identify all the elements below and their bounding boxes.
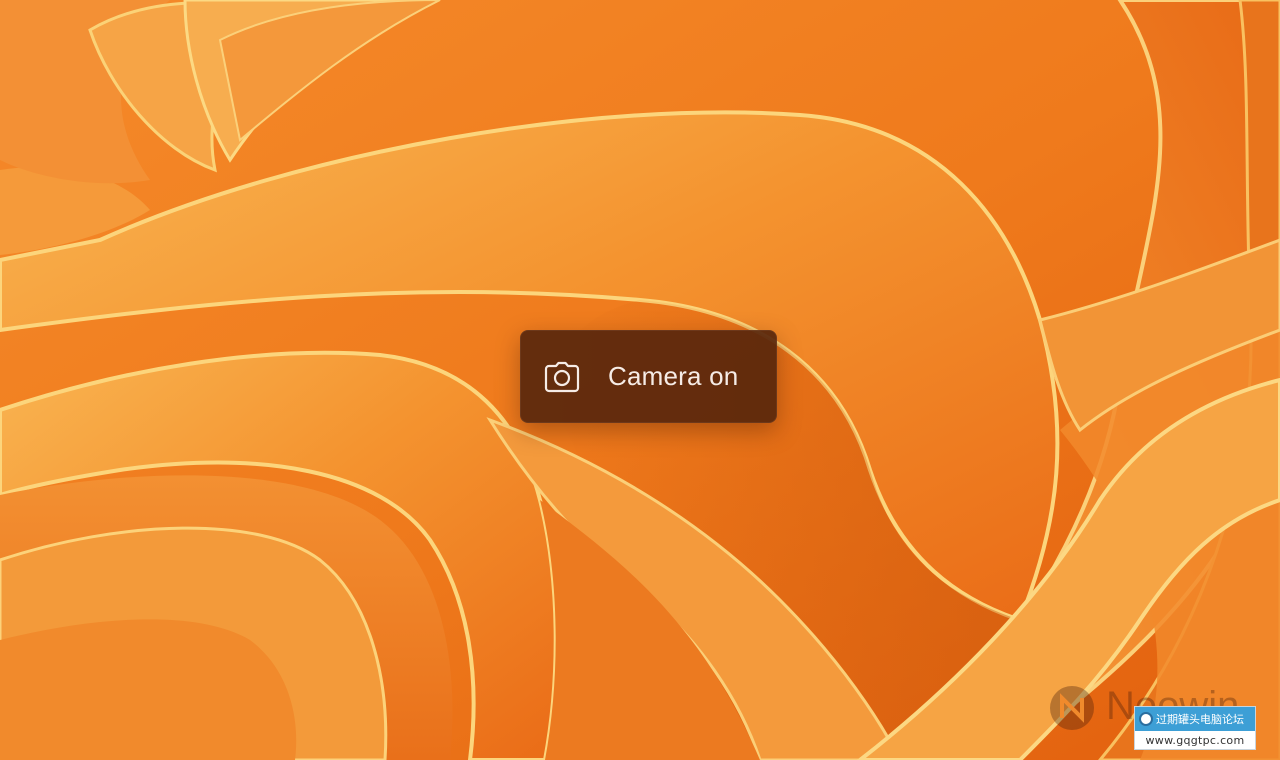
neowin-logo-icon — [1048, 684, 1096, 732]
camera-icon — [544, 359, 580, 395]
camera-on-notification: Camera on — [520, 330, 777, 423]
badge-site-url: www.gqgtpc.com — [1135, 731, 1255, 749]
site-badge: 过期罐头电脑论坛 www.gqgtpc.com — [1134, 706, 1256, 750]
badge-logo-icon — [1139, 712, 1153, 726]
badge-site-name: 过期罐头电脑论坛 — [1156, 713, 1244, 726]
notification-label: Camera on — [608, 361, 739, 391]
